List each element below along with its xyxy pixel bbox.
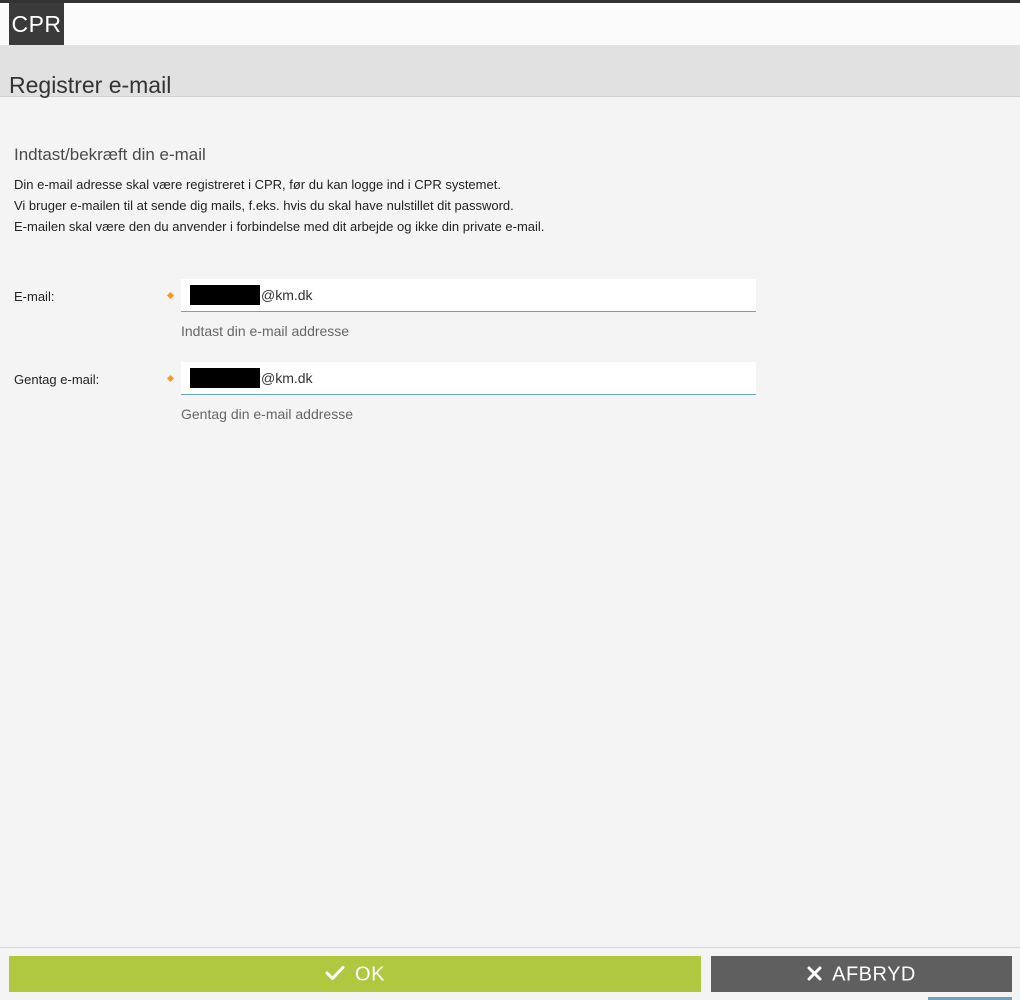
repeat-email-field[interactable]: @km.dk: [181, 362, 756, 395]
email-field[interactable]: @km.dk: [181, 279, 756, 312]
repeat-email-field-value: @km.dk: [261, 370, 313, 386]
title-bar: Registrer e-mail: [0, 45, 1020, 98]
email-field-value: @km.dk: [261, 287, 313, 303]
email-label: E-mail:: [14, 289, 55, 304]
main-content: Indtast/bekræft din e-mail Din e-mail ad…: [14, 145, 1004, 237]
intro-line: Din e-mail adresse skal være registreret…: [14, 177, 501, 192]
footer-divider: [0, 947, 1020, 948]
cpr-logo: CPR: [9, 3, 64, 45]
repeat-email-label: Gentag e-mail:: [14, 372, 100, 387]
required-diamond-icon: [166, 374, 175, 383]
top-bar: CPR: [0, 3, 1020, 45]
email-hint: Indtast din e-mail addresse: [181, 323, 350, 339]
section-title: Indtast/bekræft din e-mail: [14, 145, 206, 164]
required-diamond-icon: [166, 291, 175, 300]
close-icon: [807, 957, 822, 993]
cancel-button[interactable]: AFBRYD: [711, 956, 1012, 992]
check-icon: [325, 957, 345, 993]
intro-line: Vi bruger e-mailen til at sende dig mail…: [14, 198, 514, 213]
ok-button-label: OK: [355, 963, 385, 986]
page-title: Registrer e-mail: [9, 72, 172, 99]
intro-line: E-mailen skal være den du anvender i for…: [14, 219, 545, 234]
ok-button[interactable]: OK: [9, 956, 701, 992]
intro-text: Din e-mail adresse skal være registreret…: [14, 174, 1004, 237]
redacted-text: [190, 285, 260, 305]
repeat-email-hint: Gentag din e-mail addresse: [181, 406, 353, 422]
cancel-button-label: AFBRYD: [832, 963, 916, 986]
redacted-text: [190, 368, 260, 388]
